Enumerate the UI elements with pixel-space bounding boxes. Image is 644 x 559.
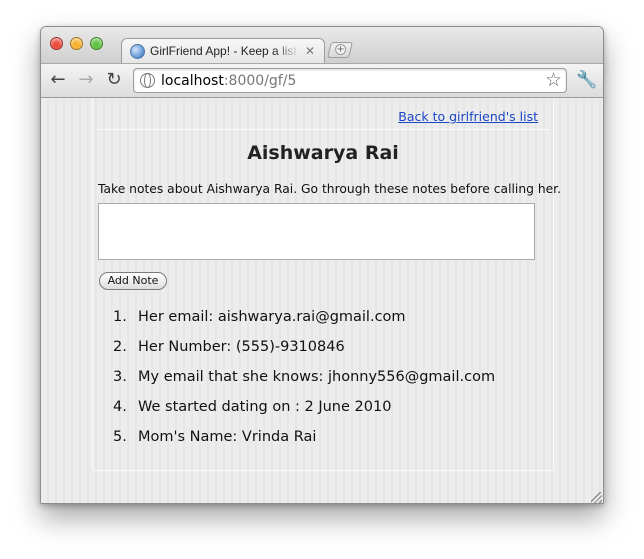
url-text[interactable]: localhost:8000/gf/5 [161,73,296,89]
reload-icon[interactable]: ↻ [103,69,125,91]
note-number: 4. [113,399,127,415]
note-number: 3. [113,369,127,385]
back-arrow-icon[interactable]: ← [47,69,69,91]
note-text: Mom's Name: Vrinda Rai [138,429,317,445]
note-item: 5. Mom's Name: Vrinda Rai [113,429,495,459]
instructions-text: Take notes about Aishwarya Rai. Go throu… [98,182,562,196]
notes-list: 1. Her email: aishwarya.rai@gmail.com 2. H… [113,309,495,459]
browser-tab[interactable]: GirlFriend App! - Keep a list of your gi… [121,38,325,63]
note-text: We started dating on : 2 June 2010 [138,399,392,415]
note-text: Her email: aishwarya.rai@gmail.com [138,309,406,325]
browser-window: GirlFriend App! - Keep a list of your gi… [40,26,604,504]
minimize-window-button[interactable] [70,37,83,50]
globe-favicon-icon [130,43,145,59]
note-item: 2. Her Number: (555)-9310846 [113,339,495,369]
tab-close-icon[interactable]: ✕ [305,44,315,58]
note-item: 3. My email that she knows: jhonny556@gma… [113,369,495,399]
url-path: :8000/gf/5 [223,73,297,89]
note-number: 2. [113,339,127,355]
add-note-button[interactable]: Add Note [99,272,167,290]
new-tab-button[interactable]: + [327,42,353,58]
back-to-list-link[interactable]: Back to girlfriend's list [398,109,538,124]
note-textarea[interactable] [98,203,535,260]
window-controls [50,37,103,50]
note-number: 5. [113,429,127,445]
note-item: 1. Her email: aishwarya.rai@gmail.com [113,309,495,339]
note-text: My email that she knows: jhonny556@gmail… [138,369,496,385]
address-bar[interactable]: localhost:8000/gf/5 ☆ [133,68,567,93]
star-icon[interactable]: ☆ [545,69,562,91]
note-text: Her Number: (555)-9310846 [138,339,345,355]
zoom-window-button[interactable] [90,37,103,50]
window-resize-grip[interactable] [591,492,602,503]
page-viewport: Back to girlfriend's list Aishwarya Rai … [41,98,603,503]
page-title: Aishwarya Rai [247,142,399,164]
url-host: localhost [161,73,224,89]
note-number: 1. [113,309,127,325]
plus-icon: + [335,44,347,55]
divider [97,129,549,130]
content-container: Back to girlfriend's list Aishwarya Rai … [92,98,561,471]
note-item: 4. We started dating on : 2 June 2010 [113,399,495,429]
title-bar: GirlFriend App! - Keep a list of your gi… [41,27,603,63]
wrench-icon[interactable]: 🔧 [576,70,597,90]
tab-title: GirlFriend App! - Keep a list of your gi… [150,44,300,58]
globe-icon [140,73,155,88]
close-window-button[interactable] [50,37,63,50]
browser-toolbar: ← → ↻ localhost:8000/gf/5 ☆ 🔧 [41,63,603,98]
forward-arrow-icon[interactable]: → [75,69,97,91]
